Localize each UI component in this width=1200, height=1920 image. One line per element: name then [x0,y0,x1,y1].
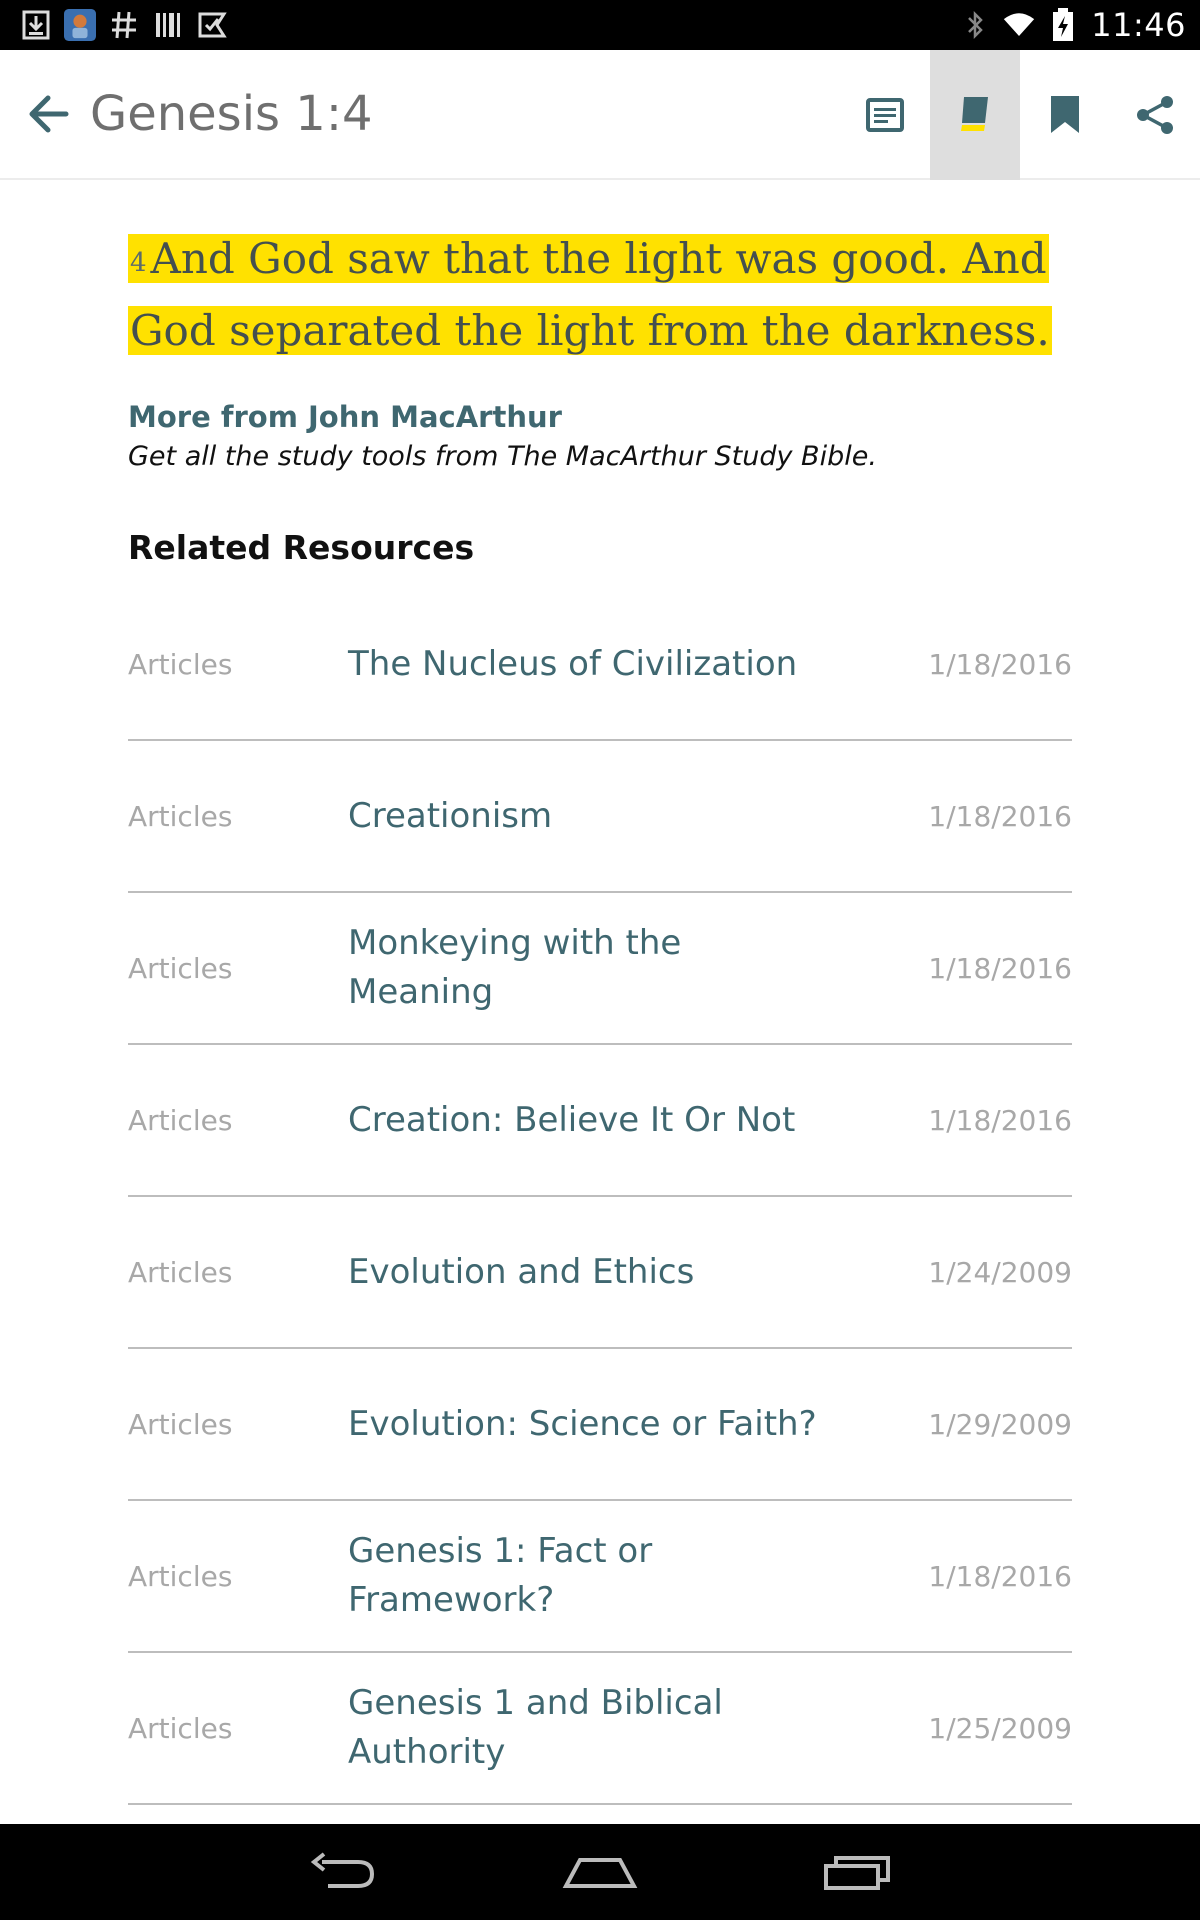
resource-category: Articles [128,1255,233,1289]
toolbar-actions [840,50,1200,180]
resource-category: Articles [128,951,233,985]
verse-text: And God saw that the light was good. And… [130,234,1050,355]
resource-date: 1/18/2016 [928,951,1072,985]
navigation-bar [0,1824,1200,1920]
resource-title[interactable]: Evolution: Science or Faith? [348,1349,818,1499]
page-title: Genesis 1:4 [90,86,373,142]
nav-home-button[interactable] [555,1840,645,1904]
nav-back-button[interactable] [298,1840,388,1904]
resource-category: Articles [128,1407,233,1441]
bookmark-button[interactable] [1020,50,1110,180]
resource-date: 1/25/2009 [928,1711,1072,1745]
resource-category: Articles [128,1559,233,1593]
resource-date: 1/29/2009 [928,1407,1072,1441]
resource-date: 1/18/2016 [928,647,1072,681]
barcode-icon [152,9,184,41]
resource-date: 1/18/2016 [928,799,1072,833]
highlighted-verse: 4And God saw that the light was good. An… [128,234,1052,355]
resource-category: Articles [128,1103,233,1137]
bluetooth-icon [959,9,991,41]
resource-row[interactable]: Articles Evolution and Ethics 1/24/2009 [128,1197,1072,1349]
status-time: 11:46 [1091,6,1186,44]
system-icons: 11:46 [959,0,1186,50]
highlight-button[interactable] [930,50,1020,180]
resource-date: 1/24/2009 [928,1255,1072,1289]
resource-category: Articles [128,1711,233,1745]
resource-row[interactable]: Articles Genesis 1 and Biblical Authorit… [128,1653,1072,1805]
resource-title[interactable]: Genesis 1 and Biblical Authority [348,1653,818,1803]
resource-row[interactable]: Articles Creation: Believe It Or Not 1/1… [128,1045,1072,1197]
hashtag-icon [108,9,140,41]
back-icon [310,1852,375,1888]
resource-row[interactable]: Articles Creationism 1/18/2016 [128,741,1072,893]
back-button[interactable] [18,84,78,144]
nav-recents-button[interactable] [812,1840,902,1904]
notes-button[interactable] [840,50,930,180]
verse-number: 4 [130,248,147,278]
resource-date: 1/18/2016 [928,1103,1072,1137]
resource-category: Articles [128,647,233,681]
resource-title[interactable]: Monkeying with the Meaning [348,893,818,1043]
resource-title[interactable]: Creationism [348,741,818,891]
resource-row[interactable]: Articles The Nucleus of Civilization 1/1… [128,589,1072,741]
app-bar: Genesis 1:4 [0,50,1200,180]
verse-detail: 4And God saw that the light was good. An… [128,180,1072,1805]
recent-apps-icon [824,1856,890,1890]
notification-icons [20,8,228,42]
resource-title[interactable]: Genesis 1: Fact or Framework? [348,1501,818,1651]
share-button[interactable] [1110,50,1200,180]
related-resources-heading: Related Resources [128,528,475,567]
highlighter-icon [961,97,988,131]
resource-category: Articles [128,799,233,833]
home-icon [562,1858,638,1888]
resource-date: 1/18/2016 [928,1559,1072,1593]
resource-title[interactable]: Evolution and Ethics [348,1197,818,1347]
resource-title[interactable]: Creation: Believe It Or Not [348,1045,818,1195]
notes-icon [866,98,904,132]
resource-title[interactable]: The Nucleus of Civilization [348,589,818,739]
resource-row[interactable]: Articles Monkeying with the Meaning 1/18… [128,893,1072,1045]
resource-row[interactable]: Articles Genesis 1: Fact or Framework? 1… [128,1501,1072,1653]
resource-row[interactable]: Articles Evolution: Science or Faith? 1/… [128,1349,1072,1501]
download-icon [20,9,52,41]
share-icon [1137,96,1173,134]
checklist-icon [196,9,228,41]
bookmark-icon [1051,96,1079,133]
related-resources-list: Articles The Nucleus of Civilization 1/1… [128,589,1072,1805]
verse-text-block[interactable]: 4And God saw that the light was good. An… [128,225,1072,365]
battery-charging-icon [1047,8,1079,41]
promo-description: Get all the study tools from The MacArth… [128,441,877,472]
more-from-author-link[interactable]: More from John MacArthur [128,397,1072,437]
app-notification-icon [64,9,96,41]
wifi-icon [1003,9,1035,41]
arrow-back-icon [29,95,69,133]
status-bar: 11:46 [0,0,1200,50]
